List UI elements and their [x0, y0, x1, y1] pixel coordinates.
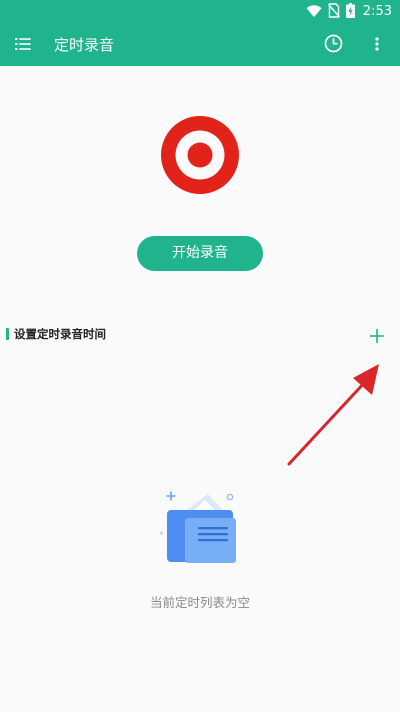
- annotation-arrow: [280, 355, 390, 470]
- app-bar: 定时录音: [0, 24, 400, 66]
- plus-icon: [369, 328, 385, 348]
- status-clock: 2:53: [362, 4, 392, 19]
- add-schedule-button[interactable]: [366, 327, 388, 349]
- section-title: 设置定时录音时间: [14, 327, 106, 341]
- menu-button[interactable]: [10, 32, 36, 58]
- empty-list-illustration: [158, 488, 242, 568]
- section-accent-bar: [6, 328, 9, 340]
- clock-icon: [324, 34, 343, 57]
- wifi-icon: [306, 3, 322, 22]
- record-target-icon[interactable]: [161, 116, 239, 194]
- list-icon: [15, 36, 31, 55]
- battery-charging-icon: [345, 2, 355, 22]
- history-button[interactable]: [320, 32, 346, 58]
- start-recording-button[interactable]: 开始录音: [137, 236, 263, 271]
- status-bar: 2:53: [0, 0, 400, 24]
- more-vertical-icon: [375, 36, 379, 55]
- status-icons: 2:53: [306, 2, 392, 22]
- empty-list-text: 当前定时列表为空: [149, 595, 250, 610]
- more-options-button[interactable]: [366, 32, 388, 58]
- page-title: 定时录音: [54, 36, 115, 54]
- no-sim-icon: [327, 2, 340, 22]
- schedule-section-header: 设置定时录音时间: [6, 326, 106, 342]
